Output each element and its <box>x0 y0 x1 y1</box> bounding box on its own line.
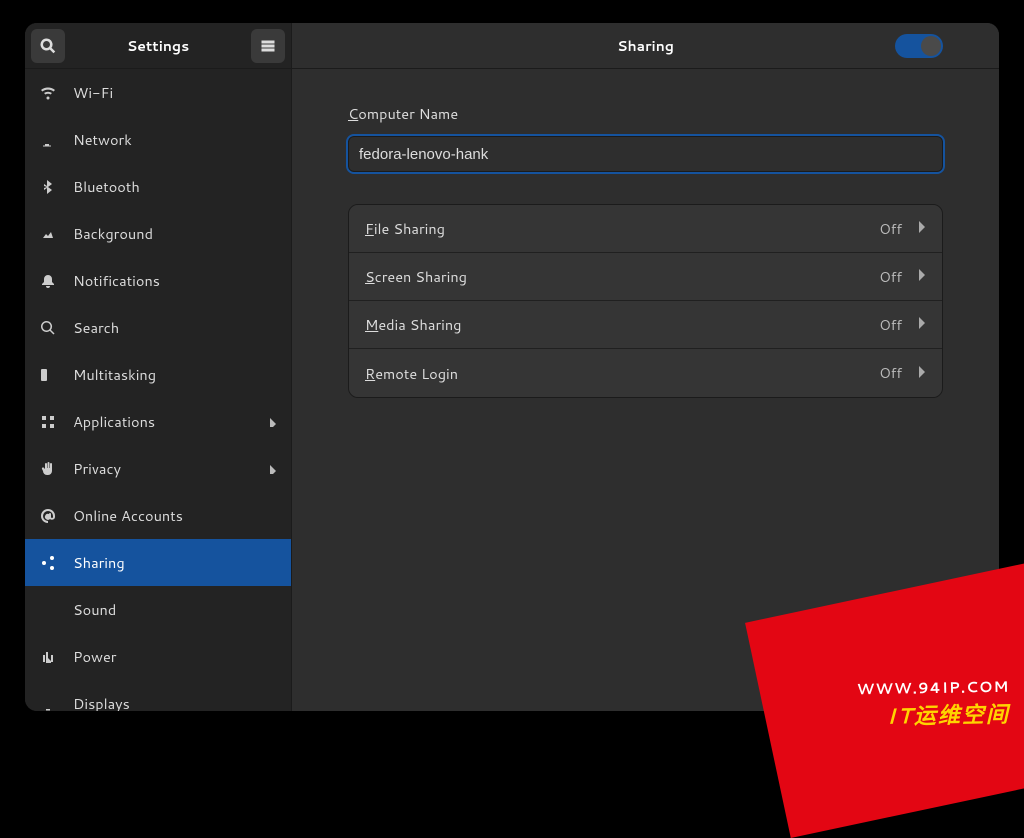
content: Computer Name File SharingOffScreen Shar… <box>292 69 999 711</box>
sidebar-item-label: Displays <box>73 693 130 711</box>
multitasking-icon <box>39 366 57 384</box>
sidebar-item-label: Wi-Fi <box>73 82 113 103</box>
sidebar-item-sound[interactable]: Sound <box>25 586 291 633</box>
speaker-icon <box>39 601 57 619</box>
sidebar-item-notifications[interactable]: Notifications <box>25 257 291 304</box>
computer-name-input[interactable] <box>348 136 943 172</box>
row-label: Media Sharing <box>365 314 461 335</box>
computer-name-label: Computer Name <box>348 103 943 124</box>
row-status: Off <box>879 219 902 239</box>
sidebar-item-label: Notifications <box>73 270 160 291</box>
row-label: File Sharing <box>365 218 445 239</box>
sidebar-item-search[interactable]: Search <box>25 304 291 351</box>
sharing-row-file-sharing[interactable]: File Sharing Off <box>349 205 942 253</box>
background-icon <box>39 225 57 243</box>
search-icon <box>39 319 57 337</box>
toggle-knob <box>921 36 941 56</box>
row-label: Screen Sharing <box>365 266 467 287</box>
power-icon <box>39 648 57 666</box>
sidebar-item-label: Privacy <box>73 458 121 479</box>
sharing-rows: File SharingOffScreen SharingOffMedia Sh… <box>348 204 943 398</box>
share-icon <box>39 554 57 572</box>
sidebar-headerbar: Settings <box>25 23 291 69</box>
sidebar-item-multitasking[interactable]: Multitasking <box>25 351 291 398</box>
apps-icon <box>39 413 57 431</box>
sidebar-item-bluetooth[interactable]: Bluetooth <box>25 163 291 210</box>
menu-icon <box>260 38 276 54</box>
row-status: Off <box>879 267 902 287</box>
row-status: Off <box>879 363 902 383</box>
sidebar-item-power[interactable]: Power <box>25 633 291 680</box>
sharing-row-media-sharing[interactable]: Media Sharing Off <box>349 301 942 349</box>
chevron-right-icon <box>916 217 926 240</box>
sidebar-item-label: Network <box>73 129 132 150</box>
chevron-right-icon <box>916 265 926 288</box>
search-icon <box>40 38 56 54</box>
bluetooth-icon <box>39 178 57 196</box>
sidebar-item-label: Multitasking <box>73 364 156 385</box>
sidebar-item-online-accounts[interactable]: Online Accounts <box>25 492 291 539</box>
sidebar-item-sharing[interactable]: Sharing <box>25 539 291 586</box>
sidebar-item-label: Applications <box>73 411 155 432</box>
main-headerbar: Sharing <box>292 23 999 69</box>
main-panel: Sharing Computer Name File SharingOffScr… <box>291 23 999 711</box>
sidebar-list: Wi-Fi Network Bluetooth Background Notificat… <box>25 69 291 711</box>
wifi-icon <box>39 84 57 102</box>
row-status: Off <box>879 315 902 335</box>
sharing-row-screen-sharing[interactable]: Screen Sharing Off <box>349 253 942 301</box>
close-button[interactable] <box>955 29 989 63</box>
sidebar-item-label: Online Accounts <box>73 505 183 526</box>
sidebar-item-background[interactable]: Background <box>25 210 291 257</box>
close-icon <box>965 39 979 53</box>
menu-button[interactable] <box>251 29 285 63</box>
sidebar-item-label: Power <box>73 646 116 667</box>
row-label: Remote Login <box>365 363 458 384</box>
sidebar-item-displays[interactable]: Displays <box>25 680 291 711</box>
sidebar-item-network[interactable]: Network <box>25 116 291 163</box>
chevron-right-icon <box>267 411 277 432</box>
sidebar-item-label: Sharing <box>73 552 125 573</box>
display-icon <box>39 695 57 712</box>
chevron-right-icon <box>916 362 926 385</box>
sidebar-item-label: Background <box>73 223 153 244</box>
at-icon <box>39 507 57 525</box>
sidebar-item-label: Search <box>73 317 119 338</box>
settings-window: Settings Wi-Fi Network Bluetooth Background… <box>25 23 999 711</box>
sidebar-item-label: Sound <box>73 599 116 620</box>
hand-icon <box>39 460 57 478</box>
search-button[interactable] <box>31 29 65 63</box>
chevron-right-icon <box>267 458 277 479</box>
sharing-master-toggle[interactable] <box>895 34 943 58</box>
sidebar-item-applications[interactable]: Applications <box>25 398 291 445</box>
sidebar-item-label: Bluetooth <box>73 176 140 197</box>
sidebar-item-wi-fi[interactable]: Wi-Fi <box>25 69 291 116</box>
sidebar: Settings Wi-Fi Network Bluetooth Background… <box>25 23 291 711</box>
bell-icon <box>39 272 57 290</box>
network-icon <box>39 131 57 149</box>
sharing-row-remote-login[interactable]: Remote Login Off <box>349 349 942 397</box>
panel-title: Sharing <box>292 36 999 56</box>
chevron-right-icon <box>916 313 926 336</box>
sidebar-item-privacy[interactable]: Privacy <box>25 445 291 492</box>
